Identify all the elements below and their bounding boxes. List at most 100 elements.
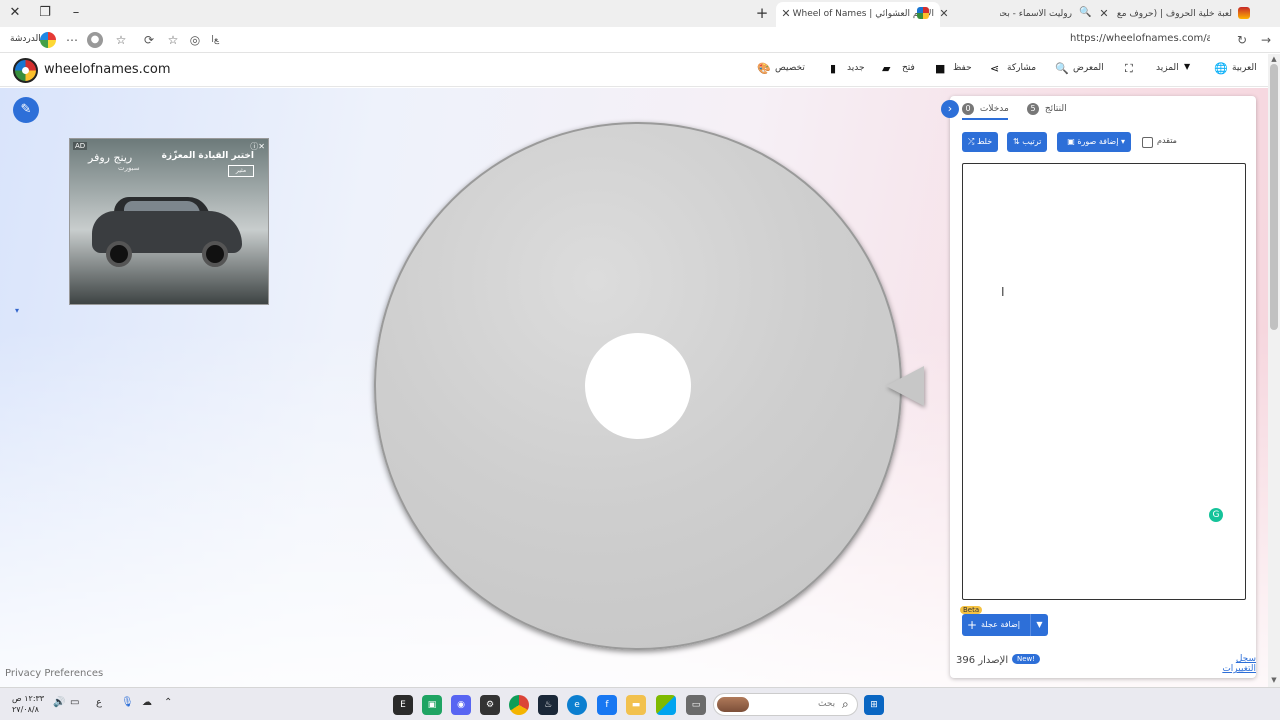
page-scrollbar[interactable]: ▲ ▼ <box>1268 54 1280 687</box>
chrome-icon[interactable] <box>509 695 529 715</box>
chat-label[interactable]: الدردشة <box>10 34 41 44</box>
entries-tab-label: مدخلات <box>979 104 1009 114</box>
tab-results[interactable]: النتائج 5 <box>1027 103 1067 115</box>
tab-title: لعبة خلية الحروف | (حروف مع عزيز) - <box>1114 9 1232 19</box>
steam-icon[interactable]: ♨ <box>538 695 558 715</box>
palette-icon[interactable]: 🎨 <box>757 62 771 75</box>
car-wheel <box>202 241 228 267</box>
game-favicon-icon <box>1238 7 1250 19</box>
collapse-panel-button[interactable]: › <box>941 100 959 118</box>
nav-language[interactable]: العربية <box>1232 63 1257 73</box>
scroll-up-icon[interactable]: ▲ <box>1269 55 1279 63</box>
search-icon[interactable]: 🔍 <box>1055 62 1069 75</box>
sort-label: ترتيب <box>1022 137 1042 146</box>
store-icon[interactable] <box>656 695 676 715</box>
edit-pencil-button[interactable]: ✎ <box>13 97 39 123</box>
new-file-icon[interactable]: ▮ <box>830 62 836 75</box>
clock-date: ٢٧/٠٨/٨ <box>12 705 39 714</box>
discord-icon[interactable]: ◉ <box>451 695 471 715</box>
nav-new[interactable]: جديد <box>847 63 865 73</box>
site-name[interactable]: wheelofnames.com <box>44 62 171 77</box>
folder-open-icon[interactable]: ▰ <box>882 62 890 75</box>
tab-roulette-search[interactable]: روليت الاسماء - بحث <box>1000 3 1078 25</box>
shuffle-label: خلط <box>976 137 993 146</box>
adchoices-icon[interactable]: ▾ <box>15 306 19 315</box>
changelog-link[interactable]: سجل التغييرات <box>1200 654 1256 674</box>
chevron-down-icon[interactable]: ▼ <box>1184 62 1190 71</box>
scroll-down-icon[interactable]: ▼ <box>1269 676 1279 684</box>
taskbar-clock[interactable]: ١٢:٣٣ ص ٢٧/٠٨/٨ <box>12 693 44 715</box>
back-icon[interactable]: → <box>1257 31 1275 49</box>
input-language-icon[interactable]: ع <box>96 697 102 708</box>
chevron-up-icon[interactable]: ⌃ <box>164 697 172 708</box>
advertisement[interactable]: AD ⓘ✕ اختبر القيادة المعزّزة رينج روفر س… <box>69 138 269 305</box>
network-icon[interactable]: ▭ <box>70 697 79 708</box>
tab-letters-game[interactable]: لعبة خلية الحروف | (حروف مع عزيز) - <box>1114 3 1238 25</box>
nav-gallery[interactable]: المعرض <box>1073 63 1104 73</box>
file-explorer-icon[interactable]: ▬ <box>626 695 646 715</box>
tab-close-icon[interactable]: ✕ <box>778 3 794 25</box>
favorites-icon[interactable]: ☆ <box>112 31 130 49</box>
chevron-down-icon[interactable]: ▼ <box>1030 614 1048 636</box>
url-field[interactable]: https://wheelofnames.com/ar <box>1070 33 1210 44</box>
share-icon[interactable]: ⋖ <box>990 62 999 75</box>
wheel-center[interactable] <box>585 333 691 439</box>
nav-save[interactable]: حفظ <box>953 63 972 73</box>
car-wheel <box>106 241 132 267</box>
sort-button[interactable]: ترتيب ⇅ <box>1007 132 1048 152</box>
nav-customize[interactable]: تخصيص <box>775 63 805 73</box>
add-favorite-icon[interactable]: ☆ <box>164 31 182 49</box>
advanced-checkbox[interactable] <box>1142 137 1153 148</box>
nav-open[interactable]: فتح <box>902 63 915 73</box>
taskbar-search-input[interactable]: بحث ⌕ <box>713 693 858 716</box>
text-cursor-icon: Ι <box>1001 285 1005 299</box>
save-icon[interactable]: ■ <box>935 62 945 75</box>
epic-games-icon[interactable]: E <box>393 695 413 715</box>
address-bar-row: الدردشة ⋯ ● ☆ ⟳ ☆ ◎ ﻊا https://wheelofna… <box>0 27 1280 53</box>
refresh-page-icon[interactable]: ⟳ <box>140 31 158 49</box>
globe-icon[interactable]: 🌐 <box>1214 62 1228 75</box>
results-count-badge: 5 <box>1027 103 1039 115</box>
nav-share[interactable]: مشاركة <box>1007 63 1036 73</box>
profile-avatar-icon[interactable]: ● <box>87 32 103 48</box>
reader-icon[interactable]: ◎ <box>186 31 204 49</box>
onedrive-icon[interactable]: ☁ <box>142 697 152 708</box>
site-header: wheelofnames.com 🎨 تخصيص ▮ جديد ▰ فتح ■ … <box>0 54 1268 87</box>
ad-brand: رينج روفر <box>88 151 133 164</box>
tab-close-icon[interactable]: ✕ <box>936 3 952 25</box>
scroll-thumb[interactable] <box>1270 64 1278 330</box>
edge-icon[interactable]: e <box>567 695 587 715</box>
add-wheel-button[interactable]: + إضافة عجلة ▼ <box>962 614 1048 636</box>
ad-cta-button[interactable]: مثير <box>228 165 254 177</box>
close-window-icon[interactable]: ✕ <box>4 3 26 23</box>
volume-icon[interactable]: 🔊 <box>53 697 65 708</box>
privacy-preferences-link[interactable]: Privacy Preferences <box>5 668 103 679</box>
taskview-icon[interactable]: ▭ <box>686 695 706 715</box>
copilot-icon[interactable] <box>40 32 56 48</box>
new-badge: New! <box>1012 654 1041 664</box>
translate-icon[interactable]: ﻊا <box>206 31 224 49</box>
wheel-pointer-icon <box>886 366 924 406</box>
facebook-icon[interactable]: f <box>597 695 617 715</box>
wheel-logo-icon[interactable] <box>13 58 38 83</box>
minimize-window-icon[interactable]: – <box>65 3 87 23</box>
steelseries-icon[interactable]: ⚙ <box>480 695 500 715</box>
ad-subtitle: سبورت <box>118 164 140 172</box>
reload-icon[interactable]: ↻ <box>1233 31 1251 49</box>
restore-window-icon[interactable]: ❐ <box>34 3 56 23</box>
tab-entries[interactable]: مدخلات 0 <box>962 103 1009 115</box>
tab-close-icon[interactable]: ✕ <box>1096 3 1112 25</box>
xbox-app-icon[interactable]: ▣ <box>422 695 442 715</box>
fullscreen-icon[interactable]: ⛶ <box>1125 62 1133 76</box>
more-options-icon[interactable]: ⋯ <box>63 31 81 49</box>
grammarly-icon[interactable]: G <box>1209 508 1223 522</box>
new-tab-button[interactable]: + <box>752 3 772 23</box>
tab-wheel-of-names[interactable]: الاسم العشوائي | Wheel of Names <box>776 2 940 27</box>
spin-wheel[interactable] <box>374 122 902 650</box>
add-image-button[interactable]: ▾ إضافة صورة ▣ <box>1057 132 1131 152</box>
nav-more[interactable]: المزيد <box>1156 63 1179 73</box>
microphone-icon[interactable]: 🎙 <box>121 697 134 708</box>
shuffle-button[interactable]: خلط ⤮ <box>962 132 999 152</box>
start-windows-icon[interactable]: ⊞ <box>864 695 884 715</box>
entries-textarea[interactable]: Ι <box>962 163 1246 600</box>
